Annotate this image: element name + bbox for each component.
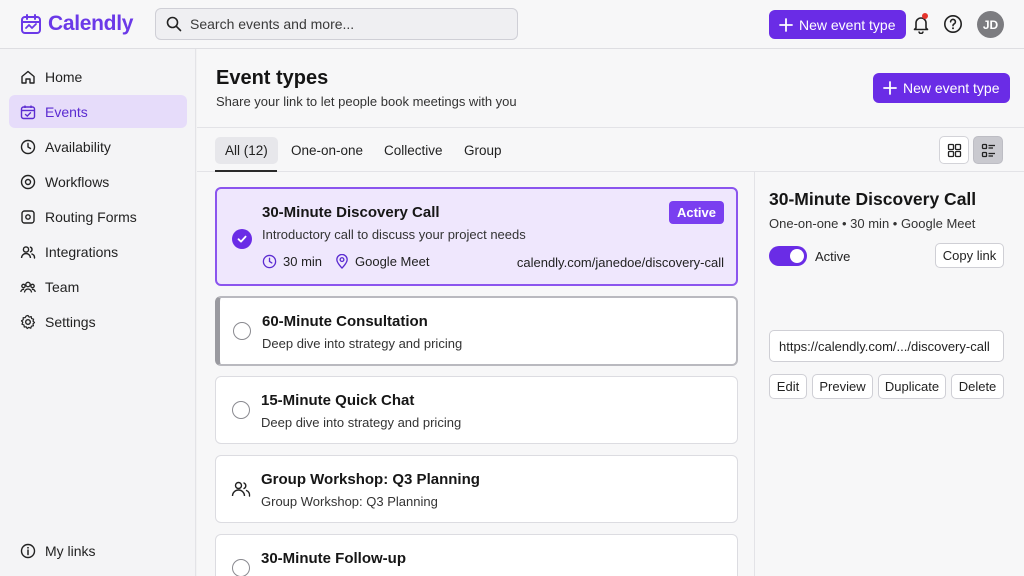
copy-link-button[interactable]: Copy link: [935, 243, 1004, 268]
search-icon: [166, 16, 182, 32]
active-toggle[interactable]: [769, 246, 807, 266]
checked-icon[interactable]: [232, 229, 252, 249]
duplicate-button[interactable]: Duplicate: [878, 374, 946, 399]
divider: [197, 127, 1024, 128]
page-title: Event types: [216, 67, 329, 89]
logo-text: Calendly: [48, 12, 134, 35]
list-icon: [981, 143, 996, 158]
help-icon: [943, 14, 963, 34]
event-card[interactable]: Group Workshop: Q3 Planning Group Worksh…: [215, 455, 738, 523]
notification-dot: [922, 13, 928, 19]
status-badge: Active: [668, 201, 724, 224]
top-bar: Calendly New event type JD: [0, 0, 1024, 49]
sidebar-item-routing-forms[interactable]: Routing Forms: [9, 200, 187, 233]
sidebar-item-label: Team: [45, 278, 80, 295]
preview-button[interactable]: Preview: [812, 374, 873, 399]
search-input[interactable]: [190, 16, 490, 32]
sidebar-item-my-links[interactable]: My links: [9, 534, 187, 567]
clock-icon: [20, 139, 36, 155]
sidebar-item-label: Settings: [45, 313, 96, 330]
event-url-field[interactable]: [769, 330, 1004, 362]
event-title: 30-Minute Discovery Call: [262, 204, 440, 221]
active-tab-indicator: [215, 170, 277, 172]
sidebar-item-label: Integrations: [45, 243, 119, 260]
calendar-check-icon: [20, 104, 36, 120]
delete-button[interactable]: Delete: [951, 374, 1004, 399]
edit-button[interactable]: Edit: [769, 374, 807, 399]
page-subtitle: Share your link to let people book meeti…: [216, 94, 517, 109]
sidebar-item-label: Workflows: [45, 173, 110, 190]
form-icon: [20, 209, 36, 225]
sidebar-item-team[interactable]: Team: [9, 270, 187, 303]
grid-view-button[interactable]: [939, 136, 969, 164]
avatar[interactable]: JD: [977, 11, 1004, 38]
sidebar-item-events[interactable]: Events: [9, 95, 187, 128]
radio-unchecked-icon[interactable]: [232, 401, 250, 419]
toggle-knob: [790, 249, 804, 263]
event-link[interactable]: calendly.com/janedoe/discovery-call: [517, 255, 724, 270]
event-description: Introductory call to discuss your projec…: [262, 227, 526, 242]
logo[interactable]: Calendly: [20, 12, 133, 36]
event-duration: 30 min: [262, 254, 322, 269]
sidebar-item-label: Routing Forms: [45, 208, 137, 225]
sidebar-item-label: Home: [45, 68, 83, 85]
sidebar: Home Events Availability Workflows Routi…: [0, 49, 196, 576]
notifications-button[interactable]: [911, 13, 931, 34]
info-icon: [20, 543, 36, 559]
active-toggle-label: Active: [815, 249, 851, 264]
sidebar-item-settings[interactable]: Settings: [9, 305, 187, 338]
calendar-logo-icon: [20, 13, 42, 35]
location-text: Google Meet: [355, 254, 430, 269]
clock-icon: [262, 254, 277, 269]
event-title: 60-Minute Consultation: [262, 313, 428, 330]
group-icon: [231, 480, 251, 498]
new-event-type-button[interactable]: New event type: [769, 10, 906, 39]
tab-group[interactable]: Group: [454, 137, 512, 164]
new-event-type-label: New event type: [799, 16, 896, 33]
sidebar-item-label: Availability: [45, 138, 111, 155]
list-view-button[interactable]: [973, 136, 1003, 164]
radio-unchecked-icon[interactable]: [233, 322, 251, 340]
event-card[interactable]: 30-Minute Discovery Call Introductory ca…: [215, 187, 738, 286]
plus-icon: [883, 81, 897, 95]
sidebar-item-availability[interactable]: Availability: [9, 130, 187, 163]
event-details-panel: 30-Minute Discovery Call One-on-one • 30…: [754, 172, 1024, 576]
location-pin-icon: [335, 254, 349, 269]
sidebar-item-workflows[interactable]: Workflows: [9, 165, 187, 198]
integrations-icon: [20, 244, 36, 260]
tab-all[interactable]: All (12): [215, 137, 278, 164]
tab-one-on-one[interactable]: One-on-one: [281, 137, 373, 164]
main-content: Event types Share your link to let peopl…: [197, 49, 1024, 576]
new-event-type-button-header[interactable]: New event type: [873, 73, 1010, 103]
event-description: Group Workshop: Q3 Planning: [261, 494, 438, 509]
event-card[interactable]: 30-Minute Follow-up: [215, 534, 738, 576]
event-title: Group Workshop: Q3 Planning: [261, 471, 480, 488]
team-icon: [20, 279, 36, 295]
event-title: 15-Minute Quick Chat: [261, 392, 415, 409]
duration-text: 30 min: [283, 254, 323, 269]
event-description: Deep dive into strategy and pricing: [261, 415, 462, 430]
details-subtitle: One-on-one • 30 min • Google Meet: [769, 216, 976, 231]
event-location: Google Meet: [335, 254, 429, 269]
new-event-type-label: New event type: [903, 80, 1000, 96]
event-card[interactable]: 15-Minute Quick Chat Deep dive into stra…: [215, 376, 738, 444]
gear-icon: [20, 314, 36, 330]
workflow-icon: [20, 174, 36, 190]
sidebar-item-home[interactable]: Home: [9, 60, 187, 93]
grid-icon: [947, 143, 962, 158]
home-icon: [20, 69, 36, 85]
event-title: 30-Minute Follow-up: [261, 550, 406, 567]
help-button[interactable]: [943, 14, 963, 34]
plus-icon: [779, 17, 793, 32]
sidebar-item-label: Events: [45, 103, 88, 120]
radio-unchecked-icon[interactable]: [232, 559, 250, 576]
sidebar-item-integrations[interactable]: Integrations: [9, 235, 187, 268]
event-description: Deep dive into strategy and pricing: [262, 336, 463, 351]
details-title: 30-Minute Discovery Call: [769, 189, 977, 209]
tab-collective[interactable]: Collective: [374, 137, 453, 164]
bell-icon: [911, 14, 931, 34]
event-card[interactable]: 60-Minute Consultation Deep dive into st…: [215, 296, 738, 366]
sidebar-item-label: My links: [45, 542, 96, 559]
search-bar[interactable]: [155, 8, 518, 40]
